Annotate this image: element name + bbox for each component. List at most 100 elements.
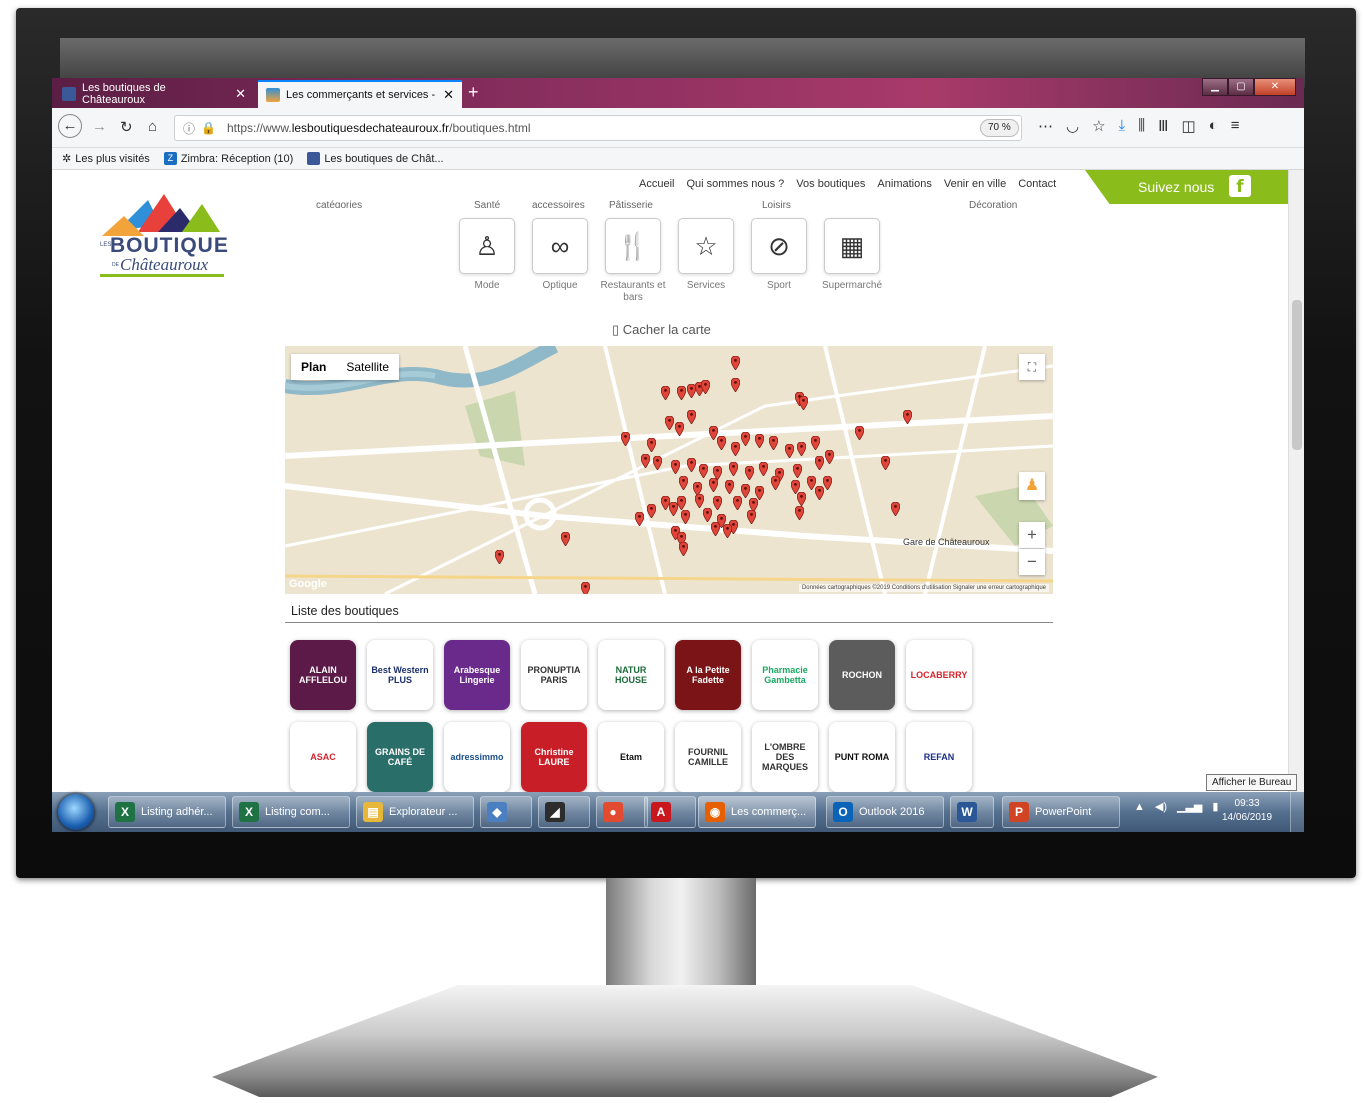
- taskbar-button[interactable]: X Listing com...: [232, 796, 350, 828]
- map-marker-icon[interactable]: [677, 496, 686, 510]
- account-icon[interactable]: ◐: [1209, 117, 1218, 135]
- forward-icon[interactable]: →: [92, 118, 107, 135]
- map-marker-icon[interactable]: [653, 456, 662, 470]
- taskbar-button[interactable]: X Listing adhér...: [108, 796, 226, 828]
- back-icon[interactable]: ←: [58, 114, 82, 138]
- map-marker-icon[interactable]: [495, 550, 504, 564]
- map-marker-icon[interactable]: [903, 410, 912, 424]
- scrollbar[interactable]: [1288, 170, 1304, 792]
- nav-vos-boutiques[interactable]: Vos boutiques: [796, 178, 865, 190]
- map-marker-icon[interactable]: [815, 456, 824, 470]
- map-marker-icon[interactable]: [793, 464, 802, 478]
- start-button[interactable]: [58, 794, 94, 830]
- map-marker-icon[interactable]: [681, 510, 690, 524]
- map-marker-icon[interactable]: [823, 476, 832, 490]
- map-marker-icon[interactable]: [679, 476, 688, 490]
- map-marker-icon[interactable]: [725, 480, 734, 494]
- map-marker-icon[interactable]: [797, 442, 806, 456]
- new-tab-icon[interactable]: +: [468, 82, 479, 103]
- volume-icon[interactable]: ◀): [1155, 800, 1167, 813]
- map-marker-icon[interactable]: [647, 438, 656, 452]
- map-marker-icon[interactable]: [699, 464, 708, 478]
- map-marker-icon[interactable]: [677, 386, 686, 400]
- shop-tile[interactable]: LOCABERRY: [906, 640, 972, 710]
- scrollbar-thumb[interactable]: [1292, 300, 1302, 450]
- map-attribution[interactable]: Données cartographiques ©2019 Conditions…: [798, 584, 1049, 592]
- map-marker-icon[interactable]: [741, 484, 750, 498]
- taskbar-button[interactable]: ▤ Explorateur ...: [356, 796, 474, 828]
- map-marker-icon[interactable]: [671, 460, 680, 474]
- map-plan-button[interactable]: Plan: [291, 354, 336, 380]
- power-icon[interactable]: ▮: [1212, 800, 1218, 813]
- taskbar-button[interactable]: ●: [596, 796, 648, 828]
- map-marker-icon[interactable]: [731, 356, 740, 370]
- map-marker-icon[interactable]: [703, 508, 712, 522]
- pocket-icon[interactable]: ◡: [1066, 117, 1079, 135]
- shop-tile[interactable]: NATUR HOUSE: [598, 640, 664, 710]
- category-restaurants[interactable]: 🍴 Restaurants et bars: [600, 218, 666, 304]
- toggle-map-button[interactable]: ▯ Cacher la carte: [612, 322, 711, 338]
- map-marker-icon[interactable]: [769, 436, 778, 450]
- map-marker-icon[interactable]: [891, 502, 900, 516]
- network-icon[interactable]: ▁▃▅: [1177, 800, 1202, 813]
- map-marker-icon[interactable]: [731, 378, 740, 392]
- map-satellite-button[interactable]: Satellite: [336, 354, 399, 380]
- library-icon[interactable]: ⫼: [1138, 117, 1145, 135]
- shop-tile[interactable]: ROCHON: [829, 640, 895, 710]
- zoom-in-button[interactable]: +: [1019, 522, 1045, 548]
- nav-contact[interactable]: Contact: [1018, 178, 1056, 190]
- map-marker-icon[interactable]: [581, 582, 590, 594]
- shop-tile[interactable]: GRAINS DE CAFÉ: [367, 722, 433, 792]
- more-icon[interactable]: ⋯: [1038, 117, 1053, 135]
- nav-accueil[interactable]: Accueil: [639, 178, 674, 190]
- map[interactable]: Plan Satellite ⛶ ♟ + − Gare de Châteauro…: [285, 346, 1053, 594]
- map-marker-icon[interactable]: [669, 502, 678, 516]
- map-marker-icon[interactable]: [665, 416, 674, 430]
- map-marker-icon[interactable]: [641, 454, 650, 468]
- map-marker-icon[interactable]: [855, 426, 864, 440]
- shop-tile[interactable]: FOURNIL CAMILLE: [675, 722, 741, 792]
- menu-icon[interactable]: ≡: [1231, 117, 1240, 135]
- map-marker-icon[interactable]: [771, 476, 780, 490]
- sidebar-icon[interactable]: ◫: [1181, 117, 1195, 135]
- nav-qui-sommes-nous[interactable]: Qui sommes nous ?: [686, 178, 784, 190]
- map-marker-icon[interactable]: [709, 478, 718, 492]
- category-supermarche[interactable]: ▦ Supermarché: [822, 218, 882, 292]
- map-marker-icon[interactable]: [745, 466, 754, 480]
- url-bar[interactable]: ⓘ 🔒 https://www. lesboutiquesdechateaurou…: [174, 115, 1022, 141]
- map-marker-icon[interactable]: [785, 444, 794, 458]
- zoom-out-button[interactable]: −: [1019, 549, 1045, 575]
- tray-arrow-icon[interactable]: ▲: [1134, 801, 1145, 813]
- taskbar-button[interactable]: ◢: [538, 796, 590, 828]
- pegman-icon[interactable]: ♟: [1019, 472, 1045, 500]
- map-marker-icon[interactable]: [797, 492, 806, 506]
- shop-tile[interactable]: PRONUPTIA PARIS: [521, 640, 587, 710]
- shop-tile[interactable]: Best Western PLUS: [367, 640, 433, 710]
- map-marker-icon[interactable]: [795, 506, 804, 520]
- reload-icon[interactable]: ↻: [120, 118, 133, 136]
- bookmark-zimbra[interactable]: Z Zimbra: Réception (10): [163, 152, 293, 165]
- shop-tile[interactable]: Etam: [598, 722, 664, 792]
- map-marker-icon[interactable]: [755, 434, 764, 448]
- clock[interactable]: 09:33 14/06/2019: [1222, 797, 1272, 825]
- follow-label[interactable]: Suivez nous: [1138, 179, 1214, 195]
- map-marker-icon[interactable]: [711, 522, 720, 536]
- map-marker-icon[interactable]: [561, 532, 570, 546]
- show-desktop-button[interactable]: [1290, 792, 1304, 832]
- category-optique[interactable]: ∞ Optique: [532, 218, 588, 292]
- map-marker-icon[interactable]: [635, 512, 644, 526]
- nav-venir-en-ville[interactable]: Venir en ville: [944, 178, 1006, 190]
- map-marker-icon[interactable]: [729, 462, 738, 476]
- map-marker-icon[interactable]: [799, 396, 808, 410]
- map-marker-icon[interactable]: [747, 510, 756, 524]
- shop-tile[interactable]: A la Petite Fadette: [675, 640, 741, 710]
- map-marker-icon[interactable]: [759, 462, 768, 476]
- map-marker-icon[interactable]: [695, 494, 704, 508]
- map-marker-icon[interactable]: [717, 436, 726, 450]
- map-marker-icon[interactable]: [675, 422, 684, 436]
- taskbar-button[interactable]: W: [950, 796, 994, 828]
- map-marker-icon[interactable]: [731, 442, 740, 456]
- shop-tile[interactable]: REFAN: [906, 722, 972, 792]
- map-marker-icon[interactable]: [881, 456, 890, 470]
- download-icon[interactable]: ⤓: [1119, 117, 1126, 135]
